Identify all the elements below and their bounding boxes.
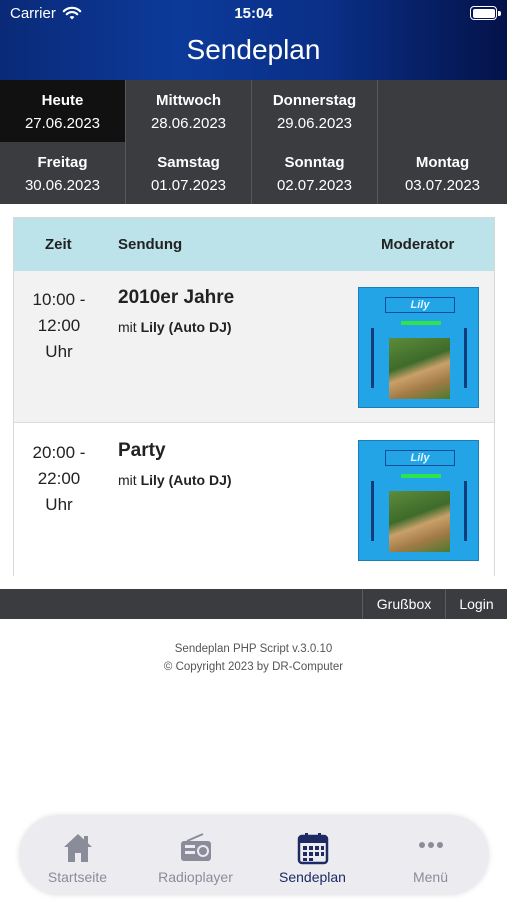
day-date: 29.06.2023 xyxy=(276,115,353,132)
moderator-image-title: Lily xyxy=(385,450,455,466)
time-start: 20:00 - xyxy=(32,443,86,462)
day-name: Mittwoch xyxy=(156,92,221,109)
column-header-moderator: Moderator xyxy=(381,236,455,253)
day-tab-thursday[interactable]: Donnerstag 29.06.2023 xyxy=(252,80,378,142)
day-date: 03.07.2023 xyxy=(404,177,481,194)
time-end: 22:00 xyxy=(37,469,81,488)
show-time: 20:00 - 22:00 Uhr xyxy=(22,440,96,518)
tab-sendeplan[interactable]: Sendeplan xyxy=(254,815,371,895)
day-tab-sunday[interactable]: Sonntag 02.07.2023 xyxy=(252,142,378,204)
moderator-image-bar xyxy=(401,474,441,478)
tab-label: Startseite xyxy=(47,869,108,885)
day-tab-wednesday[interactable]: Mittwoch 28.06.2023 xyxy=(126,80,252,142)
moderator-image-title: Lily xyxy=(385,297,455,313)
day-name: Samstag xyxy=(157,154,220,171)
status-time: 15:04 xyxy=(234,5,273,22)
host-name: Lily (Auto DJ) xyxy=(140,472,232,488)
moderator-image-side-text xyxy=(464,328,467,388)
schedule-table: Zeit Sendung Moderator 10:00 - 12:00 Uhr… xyxy=(13,217,495,576)
show-title: 2010er Jahre xyxy=(118,287,235,308)
moderator-image[interactable]: Lily xyxy=(358,287,479,408)
tab-startseite[interactable]: Startseite xyxy=(19,815,136,895)
day-tab-monday[interactable]: Montag 03.07.2023 xyxy=(378,142,507,204)
tab-label: Radioplayer xyxy=(158,869,233,885)
day-tab-saturday[interactable]: Samstag 01.07.2023 xyxy=(126,142,252,204)
day-name: Montag xyxy=(415,154,470,171)
moderator-image[interactable]: Lily xyxy=(358,440,479,561)
column-header-show: Sendung xyxy=(118,236,183,253)
moderator-image-side-text xyxy=(371,481,374,541)
column-header-time: Zeit xyxy=(45,236,72,253)
time-end: 12:00 xyxy=(37,316,81,335)
day-tab-today[interactable]: Heute 27.06.2023 xyxy=(0,80,126,142)
dog-photo xyxy=(389,338,450,399)
time-unit: Uhr xyxy=(45,495,73,514)
credits-copyright: © Copyright 2023 by DR-Computer xyxy=(163,661,344,673)
credits-version: Sendeplan PHP Script v.3.0.10 xyxy=(174,643,333,655)
credits: Sendeplan PHP Script v.3.0.10 © Copyrigh… xyxy=(0,640,507,676)
host-name: Lily (Auto DJ) xyxy=(140,319,232,335)
page-title: Sendeplan xyxy=(186,34,321,65)
battery-icon xyxy=(470,6,501,20)
day-name: Donnerstag xyxy=(272,92,357,109)
footer-bar: Grußbox Login xyxy=(0,589,507,619)
day-selector: Heute 27.06.2023 Mittwoch 28.06.2023 Don… xyxy=(0,80,507,204)
header: Carrier 15:04 Sendeplan xyxy=(0,0,507,80)
show-host: mit Lily (Auto DJ) xyxy=(118,472,232,488)
tab-radioplayer[interactable]: Radioplayer xyxy=(137,815,254,895)
table-row[interactable]: 10:00 - 12:00 Uhr 2010er Jahre mit Lily … xyxy=(14,271,494,423)
show-title: Party xyxy=(118,440,166,461)
show-time: 10:00 - 12:00 Uhr xyxy=(22,287,96,365)
radio-icon xyxy=(181,833,211,861)
day-name: Sonntag xyxy=(284,154,345,171)
more-icon xyxy=(419,842,443,848)
day-name: Freitag xyxy=(37,154,88,171)
day-name: Heute xyxy=(41,92,84,109)
day-date: 27.06.2023 xyxy=(24,115,101,132)
guestbook-link[interactable]: Grußbox xyxy=(362,589,445,619)
day-tab-friday[interactable]: Freitag 30.06.2023 xyxy=(0,142,126,204)
status-bar: Carrier 15:04 xyxy=(0,0,507,28)
calendar-icon xyxy=(297,833,329,865)
host-prefix: mit xyxy=(118,472,137,488)
login-link[interactable]: Login xyxy=(445,589,507,619)
day-date: 28.06.2023 xyxy=(150,115,227,132)
time-unit: Uhr xyxy=(45,342,73,361)
home-icon xyxy=(64,834,92,862)
day-date: 02.07.2023 xyxy=(276,177,353,194)
time-start: 10:00 - xyxy=(32,290,86,309)
host-prefix: mit xyxy=(118,319,137,335)
day-date: 01.07.2023 xyxy=(150,177,227,194)
table-header: Zeit Sendung Moderator xyxy=(14,218,494,271)
show-host: mit Lily (Auto DJ) xyxy=(118,319,232,335)
tab-bar: Startseite Radioplayer Sendeplan Menü xyxy=(19,815,489,895)
moderator-image-side-text xyxy=(371,328,374,388)
tab-menu[interactable]: Menü xyxy=(372,815,489,895)
dog-photo xyxy=(389,491,450,552)
tab-label: Sendeplan xyxy=(279,869,346,885)
moderator-image-bar xyxy=(401,321,441,325)
table-row[interactable]: 20:00 - 22:00 Uhr Party mit Lily (Auto D… xyxy=(14,424,494,576)
tab-label: Menü xyxy=(412,869,449,885)
moderator-image-side-text xyxy=(464,481,467,541)
day-date: 30.06.2023 xyxy=(24,177,101,194)
